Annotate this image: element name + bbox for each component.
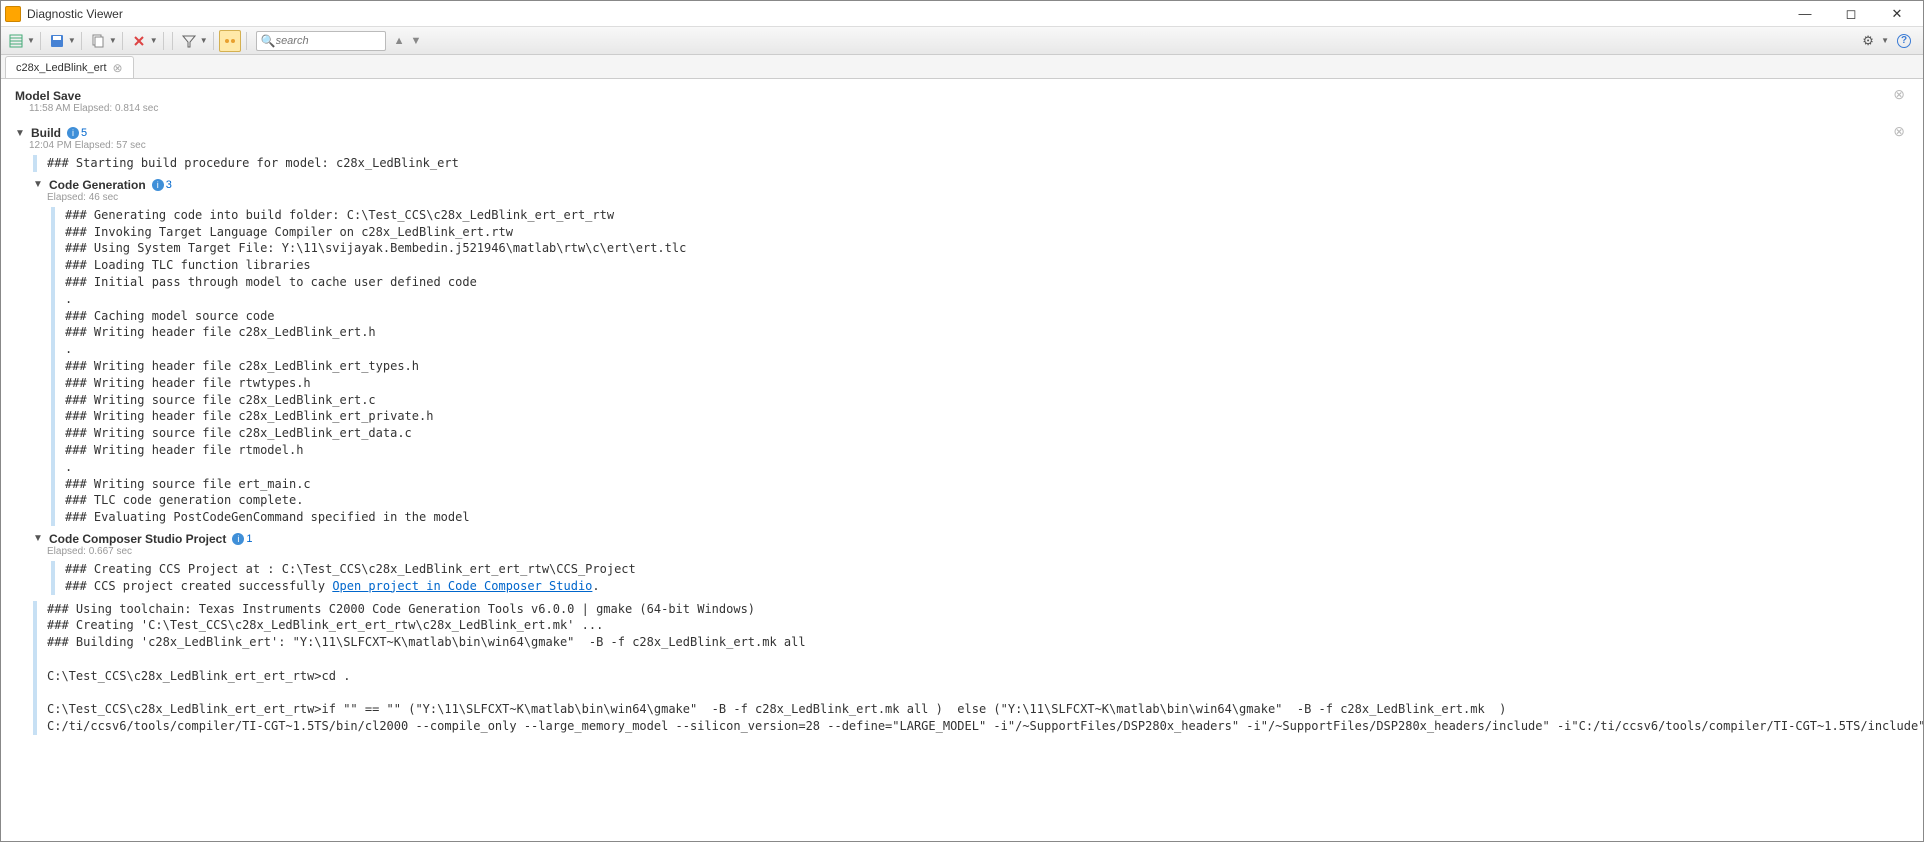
tabbar: c28x_LedBlink_ert ⊗ <box>1 55 1923 79</box>
log-output: ### Using toolchain: Texas Instruments C… <box>33 601 1909 735</box>
log-output: ### Creating CCS Project at : C:\Test_CC… <box>51 561 1909 595</box>
subsection-title: Code Composer Studio Project <box>49 532 226 546</box>
section-model-save[interactable]: Model Save <box>15 89 81 103</box>
tab-close-button[interactable]: ⊗ <box>113 61 123 75</box>
disclosure-icon[interactable]: ▼ <box>33 179 43 190</box>
settings-button[interactable]: ⚙ <box>1859 32 1877 50</box>
info-count: 3 <box>166 179 172 191</box>
subsection-meta: Elapsed: 46 sec <box>47 192 1909 203</box>
info-count: 1 <box>246 533 252 545</box>
open-ccs-link[interactable]: Open project in Code Composer Studio <box>332 579 592 593</box>
section-meta: 12:04 PM Elapsed: 57 sec <box>29 140 1909 151</box>
highlight-button[interactable] <box>219 30 241 52</box>
tab-label: c28x_LedBlink_ert <box>16 62 107 74</box>
search-box[interactable]: 🔍 <box>256 31 386 51</box>
log-output: ### Generating code into build folder: C… <box>51 207 1909 526</box>
section-close-button[interactable]: ⊗ <box>1893 123 1909 140</box>
info-icon: i <box>152 179 164 191</box>
search-up-button[interactable]: ▲ <box>394 35 405 47</box>
info-count: 5 <box>81 127 87 139</box>
minimize-button[interactable]: — <box>1791 4 1819 24</box>
dropdown-icon[interactable]: ▼ <box>109 36 117 45</box>
section-build[interactable]: ▼ Build i 5 <box>15 126 87 140</box>
log-text: . <box>592 579 599 593</box>
dropdown-icon[interactable]: ▼ <box>27 36 35 45</box>
dropdown-icon[interactable]: ▼ <box>200 36 208 45</box>
maximize-button[interactable]: ◻ <box>1837 4 1865 24</box>
help-button[interactable]: ? <box>1895 32 1913 50</box>
app-icon <box>5 6 21 22</box>
close-button[interactable]: ✕ <box>1883 4 1911 24</box>
section-title: Build <box>31 126 61 140</box>
dropdown-icon[interactable]: ▼ <box>68 36 76 45</box>
search-input[interactable] <box>276 35 376 47</box>
section-title: Model Save <box>15 89 81 103</box>
info-icon: i <box>232 533 244 545</box>
dropdown-icon[interactable]: ▼ <box>1881 36 1889 45</box>
copy-button[interactable] <box>87 30 109 52</box>
save-button[interactable] <box>46 30 68 52</box>
search-down-button[interactable]: ▼ <box>411 35 422 47</box>
log-output: ### Starting build procedure for model: … <box>33 155 1909 172</box>
section-meta: 11:58 AM Elapsed: 0.814 sec <box>29 103 1909 114</box>
info-badge: i 1 <box>232 533 252 545</box>
info-badge: i 5 <box>67 127 87 139</box>
subsection-title: Code Generation <box>49 178 146 192</box>
dropdown-icon[interactable]: ▼ <box>150 36 158 45</box>
disclosure-icon[interactable]: ▼ <box>33 533 43 544</box>
filter-button[interactable] <box>178 30 200 52</box>
diagnostic-content: Model Save ⊗ 11:58 AM Elapsed: 0.814 sec… <box>1 79 1923 841</box>
tab-model[interactable]: c28x_LedBlink_ert ⊗ <box>5 56 134 78</box>
view-button[interactable] <box>5 30 27 52</box>
diagnostic-viewer-window: Diagnostic Viewer — ◻ ✕ ▼ ▼ ▼ ▼ ▼ 🔍 ▲ ▼ … <box>0 0 1924 842</box>
window-title: Diagnostic Viewer <box>27 7 1791 21</box>
clear-button[interactable] <box>128 30 150 52</box>
disclosure-icon[interactable]: ▼ <box>15 128 25 139</box>
search-icon: 🔍 <box>261 34 276 48</box>
subsection-code-generation[interactable]: ▼ Code Generation i 3 <box>33 178 1909 192</box>
titlebar: Diagnostic Viewer — ◻ ✕ <box>1 1 1923 27</box>
info-badge: i 3 <box>152 179 172 191</box>
section-close-button[interactable]: ⊗ <box>1893 86 1909 103</box>
subsection-meta: Elapsed: 0.667 sec <box>47 546 1909 557</box>
subsection-ccs-project[interactable]: ▼ Code Composer Studio Project i 1 <box>33 532 1909 546</box>
toolbar: ▼ ▼ ▼ ▼ ▼ 🔍 ▲ ▼ ⚙ ▼ ? <box>1 27 1923 55</box>
info-icon: i <box>67 127 79 139</box>
